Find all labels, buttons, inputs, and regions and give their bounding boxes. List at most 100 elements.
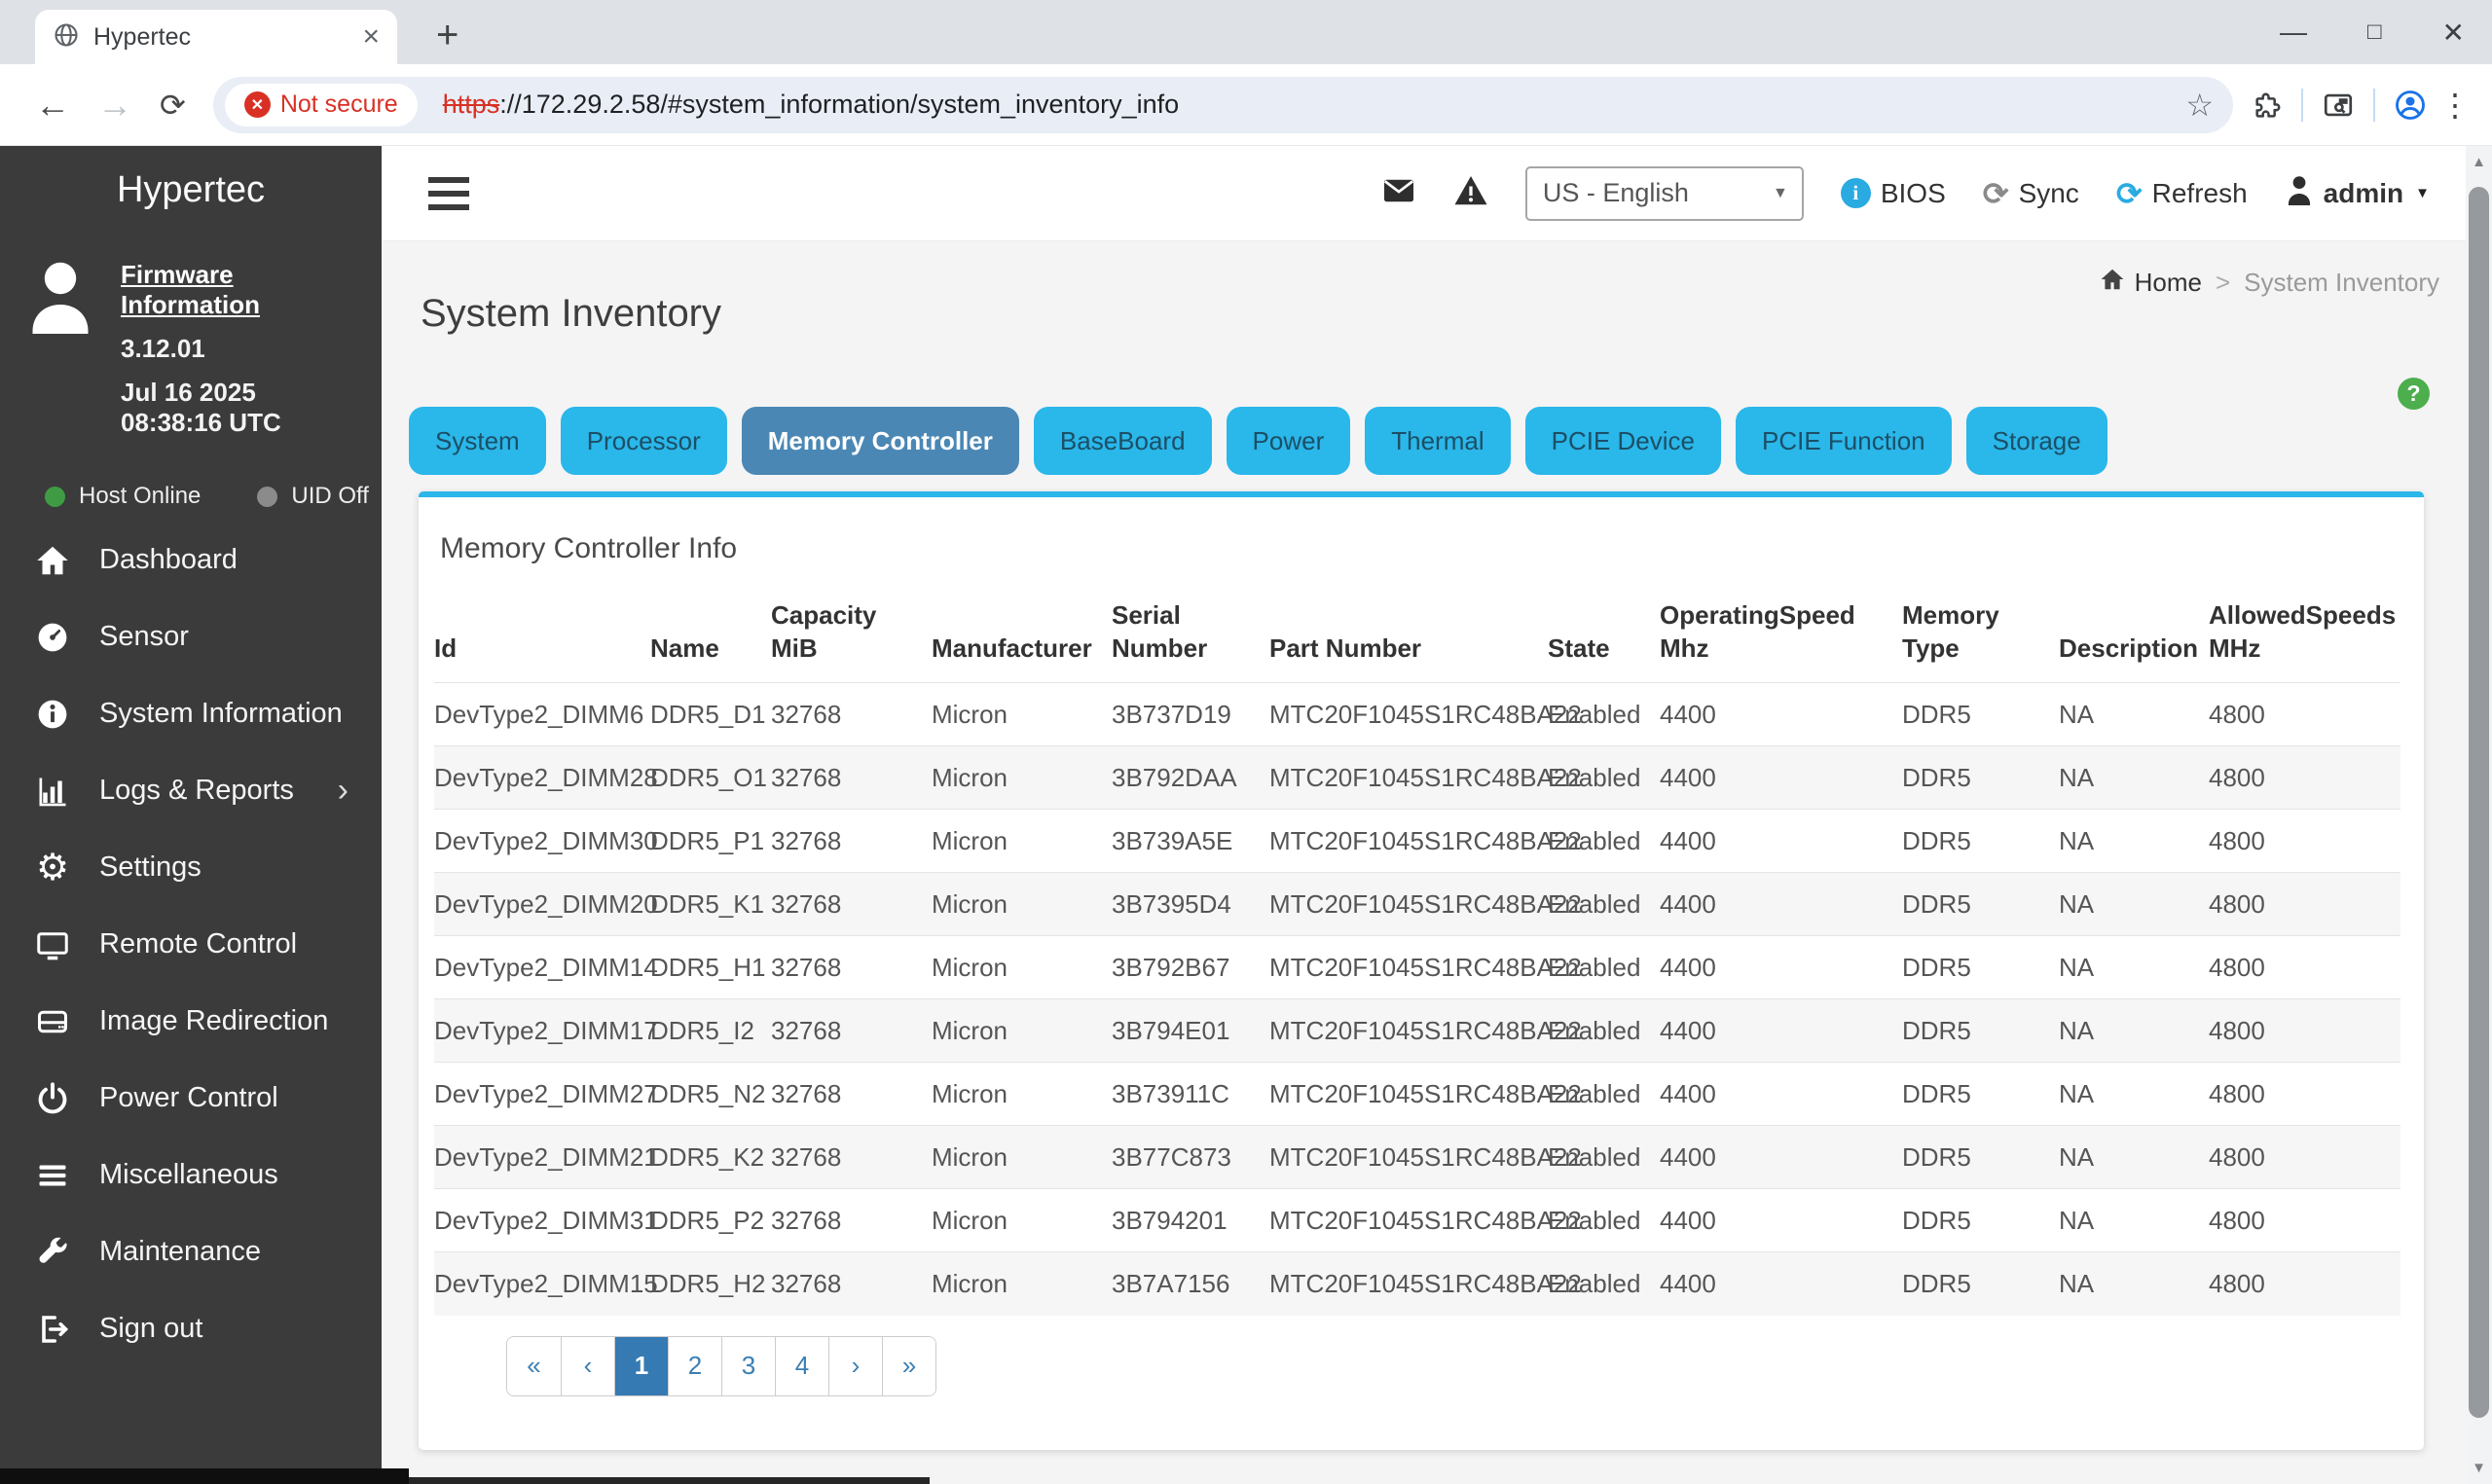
mail-icon[interactable] xyxy=(1381,173,1416,213)
table-cell: DDR5_P1 xyxy=(650,810,771,873)
tab-memory-controller[interactable]: Memory Controller xyxy=(742,407,1019,475)
page-last-button[interactable]: » xyxy=(882,1337,935,1395)
sidebar-item-logs-reports[interactable]: Logs & Reports › xyxy=(0,752,382,829)
bookmark-star-icon[interactable]: ☆ xyxy=(2185,87,2214,124)
extensions-icon[interactable] xyxy=(2247,90,2286,121)
table-cell: NA xyxy=(2059,936,2209,999)
browser-menu-icon[interactable]: ⋮ xyxy=(2439,87,2471,124)
table-cell: 3B7395D4 xyxy=(1112,873,1269,936)
sidebar-item-sensor[interactable]: Sensor xyxy=(0,598,382,675)
table-row: DevType2_DIMM21DDR5_K232768Micron3B77C87… xyxy=(434,1126,2400,1189)
tab-processor[interactable]: Processor xyxy=(561,407,727,475)
sidebar-item-system-information[interactable]: System Information xyxy=(0,675,382,752)
tab-thermal[interactable]: Thermal xyxy=(1365,407,1510,475)
page-2-button[interactable]: 2 xyxy=(668,1337,721,1395)
select-caret-icon: ▼ xyxy=(1773,185,1788,202)
tab-pcie-function[interactable]: PCIE Function xyxy=(1736,407,1952,475)
scroll-down-icon[interactable]: ▼ xyxy=(2466,1460,2492,1476)
main-area: US - English ▼ i BIOS ⟳ Sync ⟳ Refresh xyxy=(382,146,2492,1484)
table-cell: 32768 xyxy=(771,1189,932,1252)
section-title: Memory Controller Info xyxy=(440,532,2424,565)
bios-button[interactable]: i BIOS xyxy=(1841,178,1946,209)
page-1-button[interactable]: 1 xyxy=(614,1337,668,1395)
table-cell: DDR5_N2 xyxy=(650,1063,771,1126)
tab-pcie-device[interactable]: PCIE Device xyxy=(1525,407,1721,475)
scrollbar-thumb[interactable] xyxy=(2469,187,2489,1418)
table-row: DevType2_DIMM20DDR5_K132768Micron3B7395D… xyxy=(434,873,2400,936)
table-cell: MTC20F1045S1RC48BA22 xyxy=(1269,1189,1548,1252)
language-select[interactable]: US - English ▼ xyxy=(1525,166,1804,221)
sidebar-item-miscellaneous[interactable]: Miscellaneous xyxy=(0,1137,382,1213)
not-secure-icon: ✕ xyxy=(244,91,271,118)
sign-out-icon xyxy=(33,1312,72,1347)
new-tab-button[interactable]: + xyxy=(436,14,458,57)
page-prev-button[interactable]: ‹ xyxy=(561,1337,614,1395)
tab-baseboard[interactable]: BaseBoard xyxy=(1034,407,1212,475)
table-cell: 4800 xyxy=(2209,1252,2400,1316)
sidebar-item-power-control[interactable]: Power Control xyxy=(0,1060,382,1137)
table-cell: MTC20F1045S1RC48BA22 xyxy=(1269,873,1548,936)
tab-storage[interactable]: Storage xyxy=(1966,407,2107,475)
window-close-icon[interactable]: ✕ xyxy=(2442,17,2465,49)
table-cell: DevType2_DIMM14 xyxy=(434,936,650,999)
page-next-button[interactable]: › xyxy=(828,1337,882,1395)
url-text: https://172.29.2.58/#system_information/… xyxy=(443,90,1179,120)
host-online-dot xyxy=(45,487,65,507)
memory-controller-card: Memory Controller Info Id Name CapacityM… xyxy=(419,491,2424,1450)
table-cell: Enabled xyxy=(1548,1189,1660,1252)
sidebar-item-maintenance[interactable]: Maintenance xyxy=(0,1213,382,1290)
page-first-button[interactable]: « xyxy=(507,1337,561,1395)
forward-icon[interactable]: → xyxy=(97,88,132,123)
gauge-icon xyxy=(33,620,72,655)
table-cell: 4800 xyxy=(2209,999,2400,1063)
scrollbar[interactable]: ▲ ▼ xyxy=(2466,146,2492,1484)
back-icon[interactable]: ← xyxy=(35,88,70,123)
table-cell: Enabled xyxy=(1548,1126,1660,1189)
page-3-button[interactable]: 3 xyxy=(721,1337,775,1395)
warning-icon[interactable] xyxy=(1453,173,1488,213)
sidebar-item-sign-out[interactable]: Sign out xyxy=(0,1290,382,1367)
profile-icon[interactable] xyxy=(2391,88,2430,123)
table-cell: MTC20F1045S1RC48BA22 xyxy=(1269,683,1548,746)
sync-icon: ⟳ xyxy=(1983,178,2009,209)
reload-icon[interactable]: ⟳ xyxy=(160,90,186,121)
table-row: DevType2_DIMM31DDR5_P232768Micron3B79420… xyxy=(434,1189,2400,1252)
table-cell: Enabled xyxy=(1548,936,1660,999)
scroll-up-icon[interactable]: ▲ xyxy=(2466,154,2492,170)
user-menu[interactable]: admin ▼ xyxy=(2285,174,2430,212)
help-icon[interactable]: ? xyxy=(2398,378,2430,410)
breadcrumb-home-link[interactable]: Home xyxy=(2100,267,2202,299)
table-cell: DDR5 xyxy=(1902,1126,2059,1189)
avatar xyxy=(25,256,95,341)
sync-button[interactable]: ⟳ Sync xyxy=(1983,178,2079,209)
page-4-button[interactable]: 4 xyxy=(775,1337,828,1395)
table-cell: NA xyxy=(2059,1252,2209,1316)
menu-toggle-icon[interactable] xyxy=(428,177,469,210)
url-bar[interactable]: ✕ Not secure https://172.29.2.58/#system… xyxy=(213,77,2233,133)
pagination: « ‹ 1 2 3 4 › » xyxy=(506,1336,936,1396)
table-cell: DDR5_O1 xyxy=(650,746,771,810)
tab-power[interactable]: Power xyxy=(1227,407,1351,475)
firmware-information-link[interactable]: Firmware Information xyxy=(121,260,356,320)
browser-tab[interactable]: Hypertec × xyxy=(35,10,397,64)
tab-close-icon[interactable]: × xyxy=(362,22,380,52)
sidebar-item-remote-control[interactable]: Remote Control xyxy=(0,906,382,983)
table-cell: NA xyxy=(2059,1189,2209,1252)
side-panel-search-icon[interactable] xyxy=(2319,89,2358,122)
firmware-build-time: Jul 16 2025 08:38:16 UTC xyxy=(121,378,356,438)
window-minimize-icon[interactable]: — xyxy=(2280,17,2307,48)
window-maximize-icon[interactable]: □ xyxy=(2367,18,2382,46)
table-cell: Enabled xyxy=(1548,873,1660,936)
sidebar-item-image-redirection[interactable]: Image Redirection xyxy=(0,983,382,1060)
sidebar-item-settings[interactable]: ⚙ Settings xyxy=(0,829,382,906)
user-icon xyxy=(2285,174,2314,212)
refresh-icon: ⟳ xyxy=(2116,178,2143,209)
firmware-version: 3.12.01 xyxy=(121,334,356,364)
bottom-clipped-bar xyxy=(0,1468,409,1484)
refresh-button[interactable]: ⟳ Refresh xyxy=(2116,178,2248,209)
sidebar-item-dashboard[interactable]: Dashboard xyxy=(0,522,382,598)
table-cell: DDR5 xyxy=(1902,873,2059,936)
not-secure-badge[interactable]: ✕ Not secure xyxy=(225,84,418,127)
tab-system[interactable]: System xyxy=(409,407,546,475)
sidebar: Hypertec Firmware Information 3.12.01 Ju… xyxy=(0,146,382,1484)
